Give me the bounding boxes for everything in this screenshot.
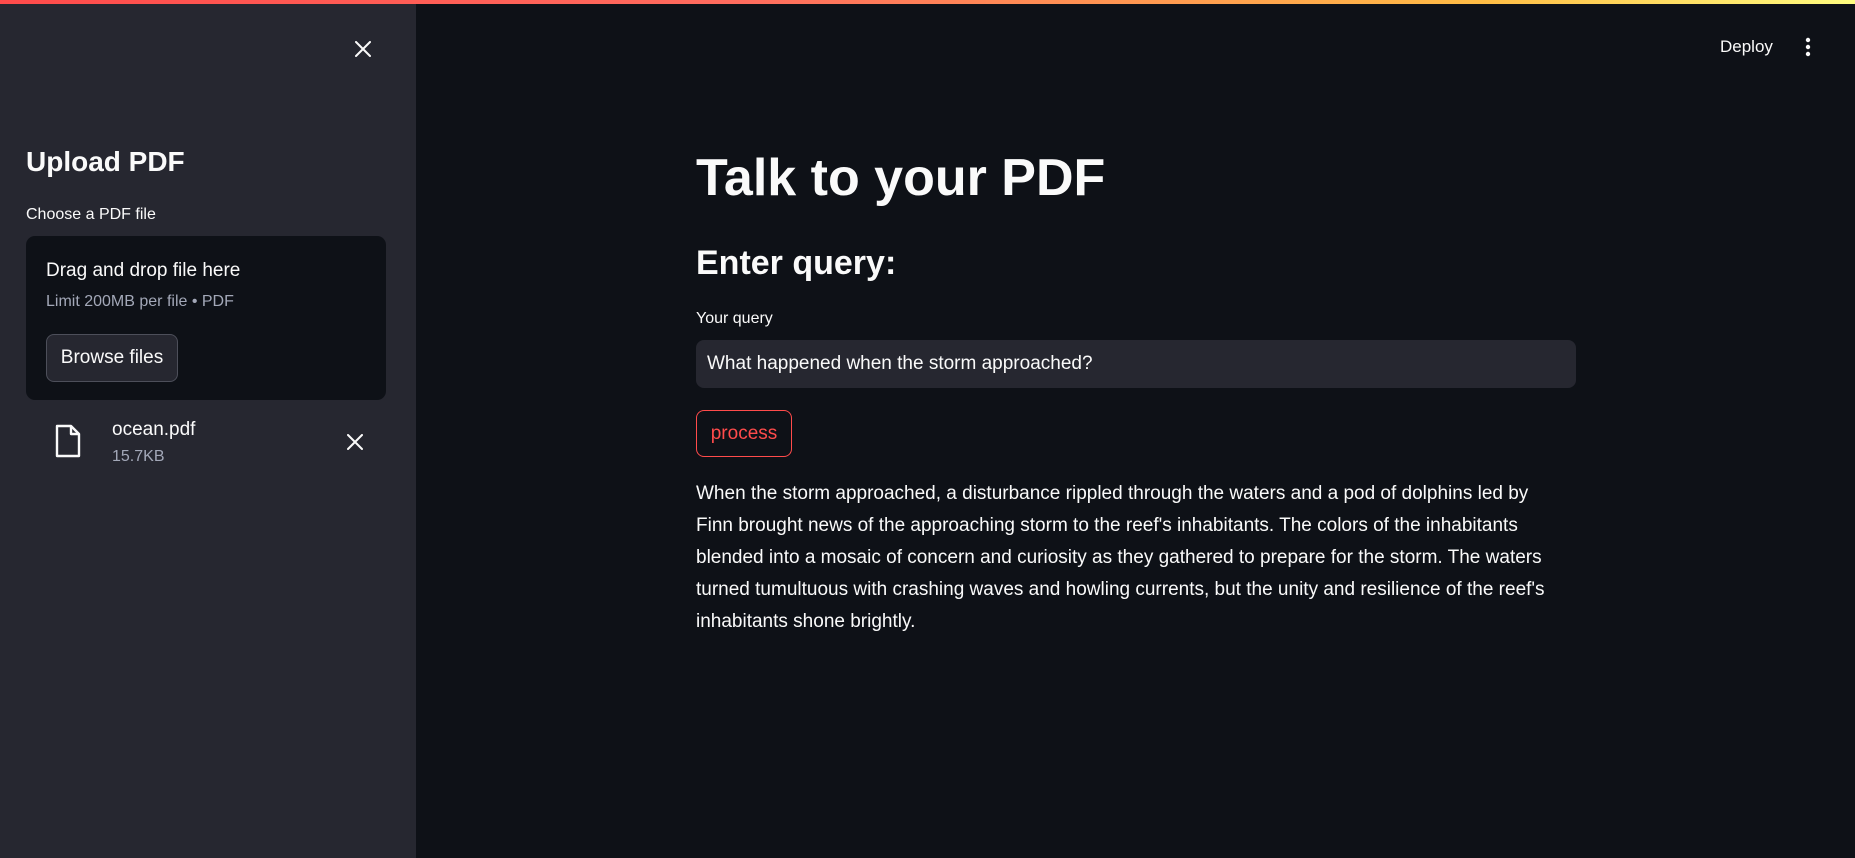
close-icon bbox=[347, 434, 363, 450]
kebab-menu-icon bbox=[1805, 37, 1811, 57]
query-label: Your query bbox=[696, 310, 773, 327]
section-title: Enter query: bbox=[696, 244, 897, 282]
main-menu-button[interactable] bbox=[1796, 32, 1820, 62]
dropzone-title: Drag and drop file here bbox=[46, 260, 241, 281]
sidebar: Upload PDF Choose a PDF file Drag and dr… bbox=[0, 0, 416, 858]
page-title: Talk to your PDF bbox=[696, 149, 1106, 207]
process-button[interactable]: process bbox=[696, 410, 792, 457]
close-icon bbox=[355, 41, 371, 57]
remove-file-button[interactable] bbox=[340, 427, 370, 457]
sidebar-title: Upload PDF bbox=[26, 146, 185, 177]
answer-text: When the storm approached, a disturbance… bbox=[696, 483, 1545, 632]
file-name: ocean.pdf bbox=[112, 419, 196, 440]
query-input[interactable] bbox=[696, 340, 1576, 388]
file-uploader-label: Choose a PDF file bbox=[26, 206, 156, 223]
uploaded-file-item: ocean.pdf 15.7KB bbox=[26, 414, 386, 470]
sidebar-close-button[interactable] bbox=[348, 34, 378, 64]
browse-files-button[interactable]: Browse files bbox=[46, 334, 178, 382]
file-icon bbox=[55, 424, 81, 458]
top-decoration-bar bbox=[0, 0, 1855, 4]
file-dropzone[interactable]: Drag and drop file here Limit 200MB per … bbox=[26, 236, 386, 400]
dropzone-limit-text: Limit 200MB per file • PDF bbox=[46, 293, 234, 310]
file-size: 15.7KB bbox=[112, 448, 165, 465]
deploy-button[interactable]: Deploy bbox=[1712, 32, 1781, 62]
